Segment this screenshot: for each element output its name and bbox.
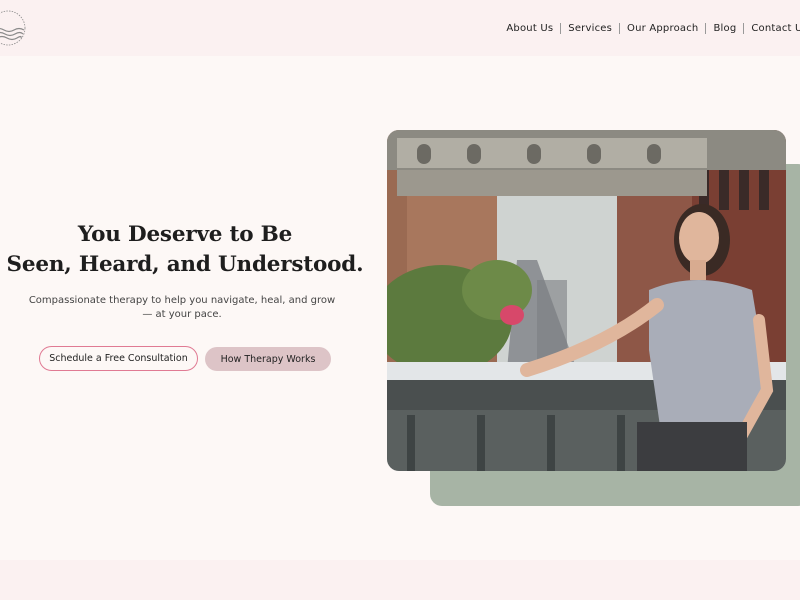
hero-subtitle-line-2: — at your pace. [142,309,222,320]
nav-divider [705,22,707,34]
nav-services[interactable]: Services [568,23,612,34]
nav-our-approach[interactable]: Our Approach [627,23,698,34]
nav-divider [560,22,562,34]
schedule-consultation-button[interactable]: Schedule a Free Consultation [39,346,198,371]
nav-divider [743,22,745,34]
how-therapy-works-button[interactable]: How Therapy Works [205,347,331,371]
hero-title-line-1: You Deserve to Be [77,222,293,247]
site-header: About Us Services Our Approach Blog Cont… [0,0,800,56]
hero-photo-illustration [387,130,786,471]
nav-divider [619,22,621,34]
hero-title-line-2: Seen, Heard, and Understood. [6,252,364,277]
footer-band [0,560,800,600]
nav-about-us[interactable]: About Us [506,23,553,34]
hero-subtitle: Compassionate therapy to help you naviga… [12,294,352,322]
main-nav: About Us Services Our Approach Blog Cont… [506,20,800,36]
logo-icon[interactable] [0,8,30,48]
hero-title: You Deserve to Be Seen, Heard, and Under… [0,220,370,280]
hero-subtitle-line-1: Compassionate therapy to help you naviga… [28,295,336,306]
hero-photo [387,130,786,471]
nav-blog[interactable]: Blog [713,23,736,34]
nav-contact-us[interactable]: Contact Us [751,23,800,34]
